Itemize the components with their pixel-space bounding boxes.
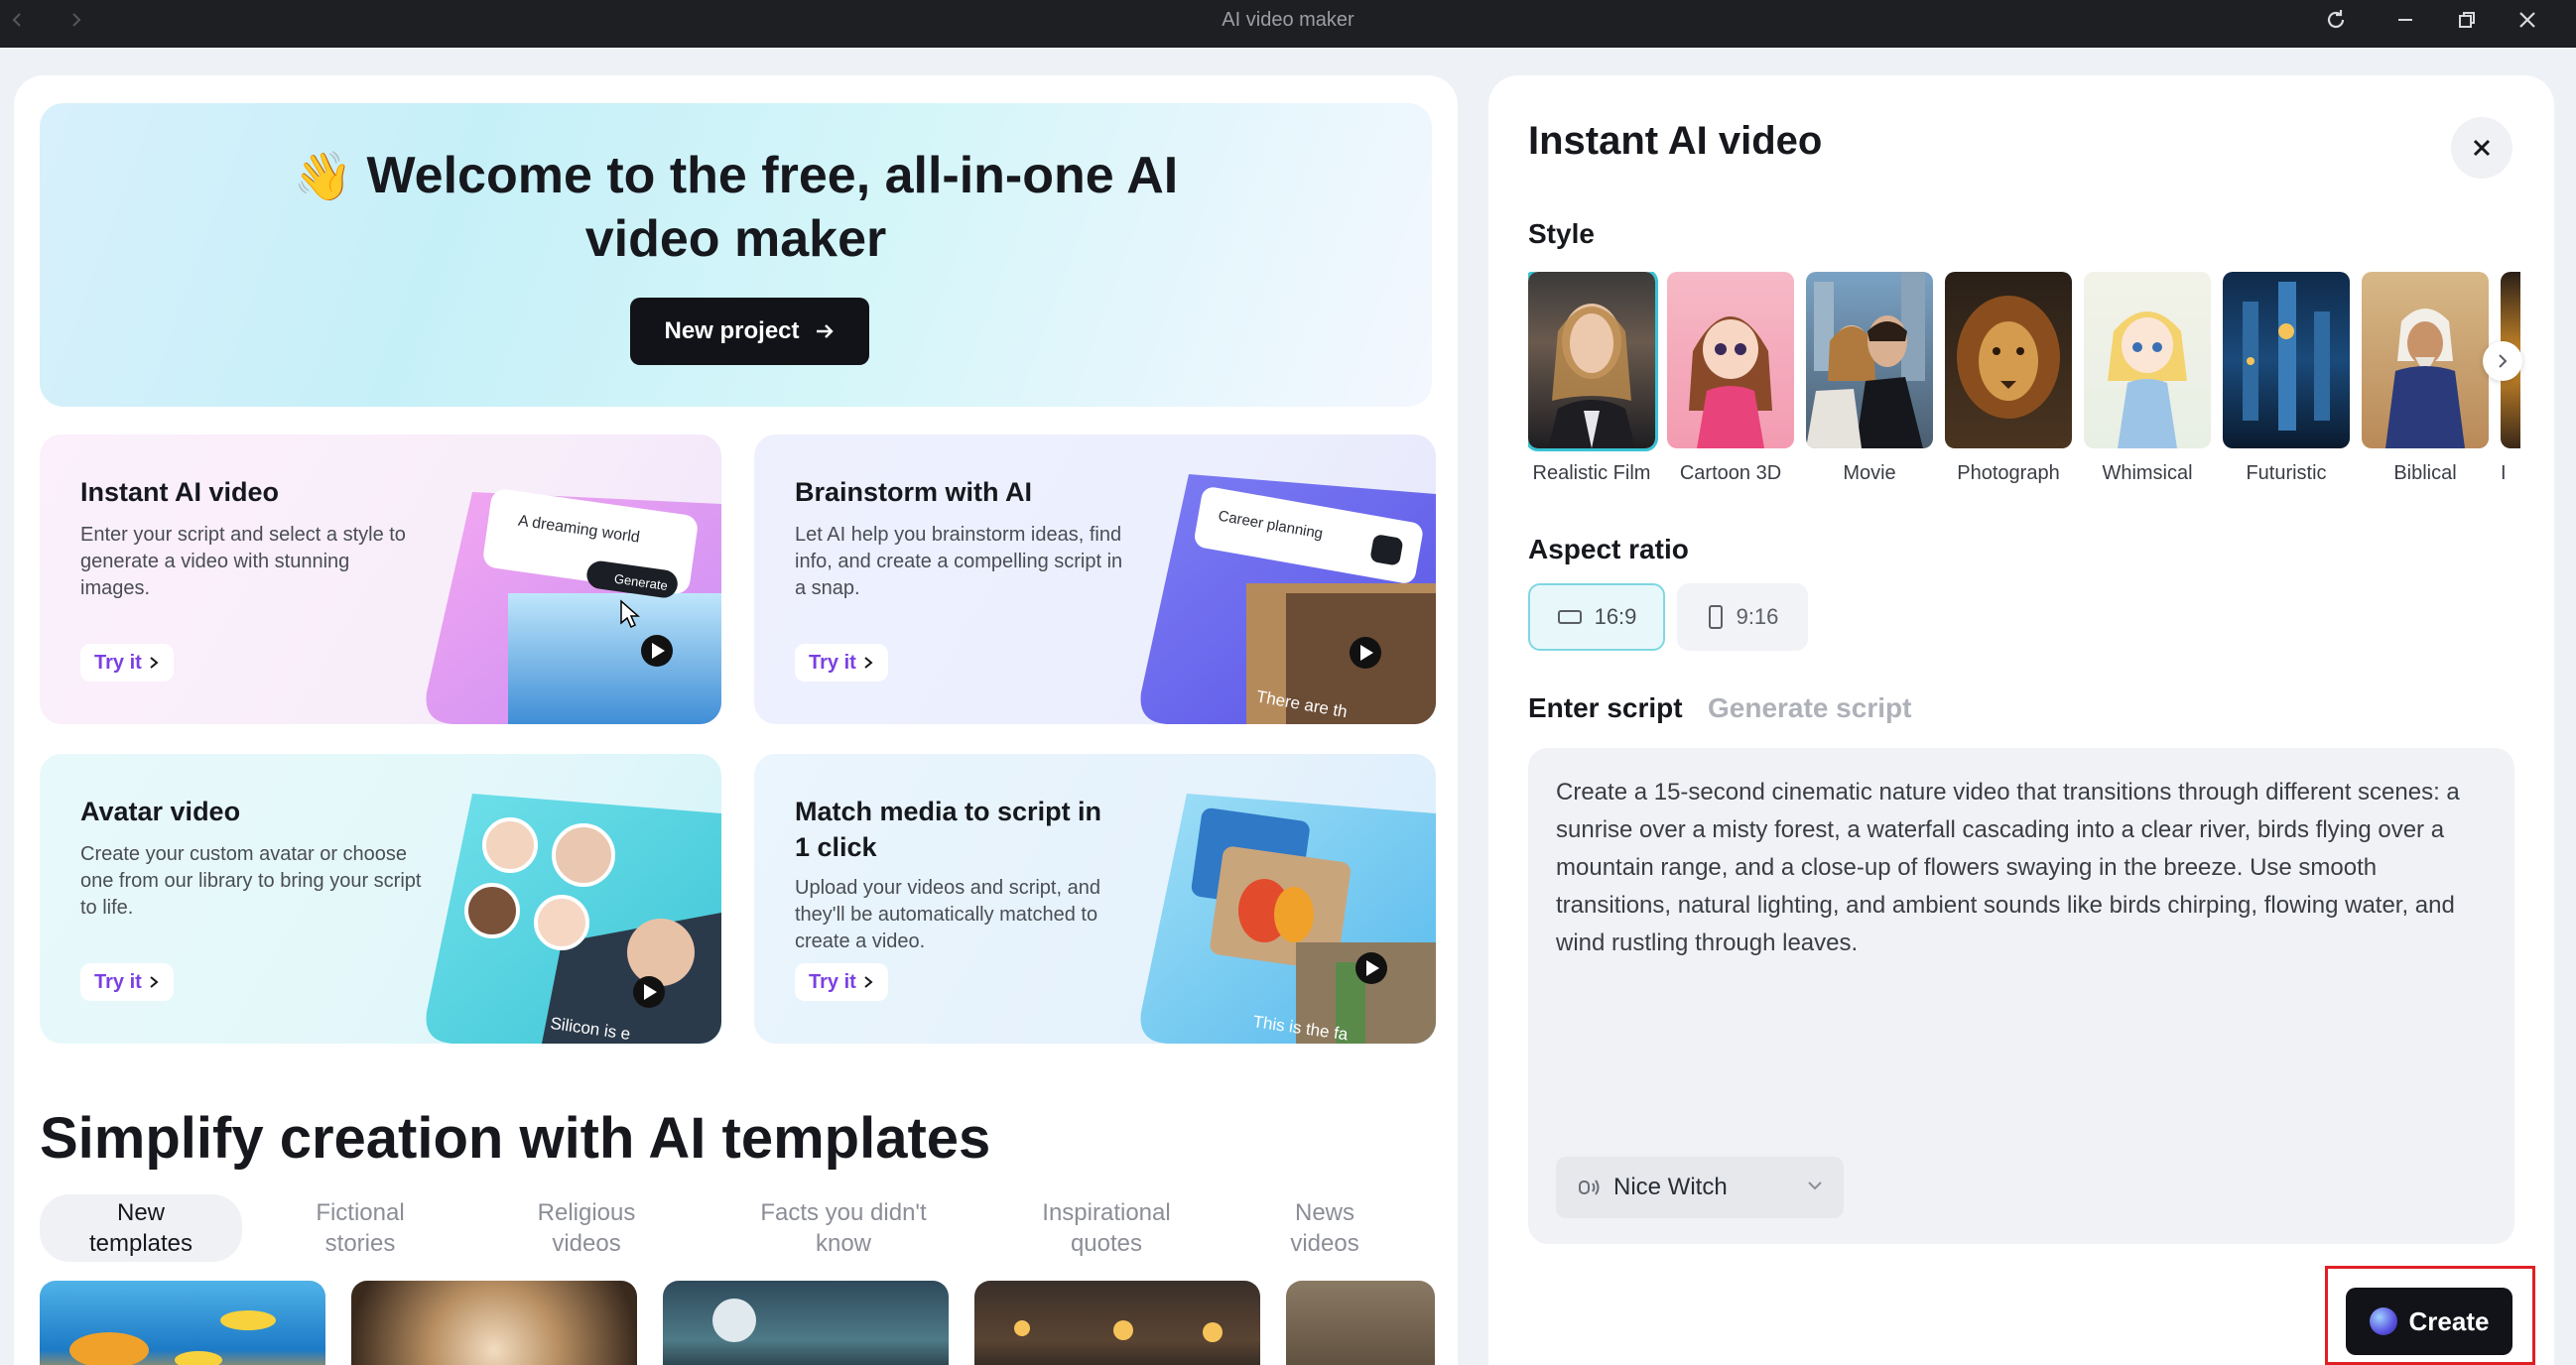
minimize-icon[interactable] (2387, 4, 2423, 36)
style-scroll-next-button[interactable] (2483, 341, 2522, 381)
window-close-icon[interactable] (2510, 4, 2545, 36)
chevron-down-icon (1806, 1177, 1824, 1194)
card-title: Brainstorm with AI (795, 474, 1032, 510)
style-option-whimsical[interactable]: Whimsical (2084, 272, 2211, 485)
match-media-illustration: This is the fa (1137, 794, 1436, 1044)
tab-religious-videos[interactable]: Religiousvideos (498, 1194, 675, 1262)
style-label: Style (1528, 218, 1595, 250)
instant-ai-video-panel: Instant AI video Style Realistic Film Ca… (1488, 75, 2554, 1365)
chevron-right-icon (862, 975, 874, 989)
style-option-cartoon-3d[interactable]: Cartoon 3D (1667, 272, 1794, 485)
card-description: Let AI help you brainstorm ideas, find i… (795, 522, 1137, 602)
template-thumbnail[interactable] (351, 1281, 637, 1365)
tab-news-videos[interactable]: Newsvideos (1270, 1194, 1379, 1262)
tab-facts-you-didnt-know[interactable]: Facts you didn'tknow (724, 1194, 963, 1262)
refresh-icon[interactable] (2318, 4, 2354, 36)
chevron-right-icon (148, 656, 160, 670)
chevron-right-icon (148, 975, 160, 989)
voice-icon (1576, 1175, 1602, 1200)
portrait-icon (1707, 604, 1725, 630)
card-description: Create your custom avatar or choose one … (80, 841, 423, 922)
aspect-ratio-label: Aspect ratio (1528, 534, 1689, 565)
style-option-realistic-film[interactable]: Realistic Film (1528, 272, 1655, 485)
tab-new-templates[interactable]: Newtemplates (40, 1194, 242, 1262)
try-it-button[interactable]: Try it (80, 644, 174, 682)
create-button[interactable]: Create (2346, 1288, 2512, 1355)
template-tabs: Newtemplates Fictionalstories Religiousv… (40, 1194, 1449, 1262)
avatar-illustration: Silicon is e (423, 794, 721, 1044)
style-option-futuristic[interactable]: Futuristic (2223, 272, 2350, 485)
template-thumbnail[interactable] (40, 1281, 325, 1365)
aspect-9-16-button[interactable]: 9:16 (1677, 583, 1808, 651)
brainstorm-illustration: Career planning There are th (1137, 474, 1436, 724)
try-it-button[interactable]: Try it (795, 644, 888, 682)
panel-title: Instant AI video (1528, 119, 1822, 164)
new-project-button[interactable]: New project (630, 298, 869, 365)
welcome-hero: 👋Welcome to the free, all-in-one AI vide… (40, 103, 1432, 407)
home-panel: 👋Welcome to the free, all-in-one AI vide… (14, 75, 1458, 1365)
card-brainstorm-ai[interactable]: Brainstorm with AI Let AI help you brain… (754, 434, 1436, 724)
aspect-16-9-button[interactable]: 16:9 (1528, 583, 1665, 651)
card-instant-ai-video[interactable]: Instant AI video Enter your script and s… (40, 434, 721, 724)
template-thumbnail[interactable] (1286, 1281, 1435, 1365)
landscape-icon (1557, 608, 1583, 626)
close-icon (2471, 137, 2493, 159)
card-description: Enter your script and select a style to … (80, 522, 423, 602)
card-match-media[interactable]: Match media to script in1 click Upload y… (754, 754, 1436, 1044)
close-panel-button[interactable] (2451, 117, 2512, 179)
arrow-right-icon (814, 320, 836, 342)
try-it-button[interactable]: Try it (80, 963, 174, 1001)
waving-hand-icon: 👋 (294, 151, 353, 203)
style-option-photograph[interactable]: Photograph (1945, 272, 2072, 485)
window-title: AI video maker (0, 0, 2576, 48)
chevron-right-icon (2496, 353, 2510, 369)
tab-generate-script[interactable]: Generate script (1708, 692, 1911, 724)
template-thumbnail[interactable] (974, 1281, 1260, 1365)
tab-fictional-stories[interactable]: Fictionalstories (272, 1194, 449, 1262)
card-description: Upload your videos and script, and they'… (795, 875, 1137, 955)
style-carousel: Realistic Film Cartoon 3D Movie Photogra… (1528, 272, 2520, 510)
style-option-movie[interactable]: Movie (1806, 272, 1933, 485)
try-it-button[interactable]: Try it (795, 963, 888, 1001)
card-title: Instant AI video (80, 474, 279, 510)
card-title: Match media to script in1 click (795, 794, 1101, 865)
style-option-biblical[interactable]: Biblical (2362, 272, 2489, 485)
script-text[interactable]: Create a 15-second cinematic nature vide… (1556, 774, 2489, 962)
window-titlebar: AI video maker (0, 0, 2576, 48)
instant-video-illustration: A dreaming world Generate (423, 474, 721, 724)
script-textarea[interactable]: Create a 15-second cinematic nature vide… (1528, 748, 2514, 1244)
hero-title: 👋Welcome to the free, all-in-one AI vide… (40, 145, 1432, 270)
tab-enter-script[interactable]: Enter script (1528, 692, 1683, 724)
chevron-right-icon (862, 656, 874, 670)
template-thumbnail[interactable] (663, 1281, 949, 1365)
card-title: Avatar video (80, 794, 240, 829)
restore-icon[interactable] (2449, 4, 2485, 36)
ai-orb-icon (2370, 1307, 2397, 1335)
card-avatar-video[interactable]: Avatar video Create your custom avatar o… (40, 754, 721, 1044)
tab-inspirational-quotes[interactable]: Inspirationalquotes (1012, 1194, 1201, 1262)
templates-section-title: Simplify creation with AI templates (40, 1105, 990, 1172)
voice-select[interactable]: Nice Witch (1556, 1157, 1844, 1218)
